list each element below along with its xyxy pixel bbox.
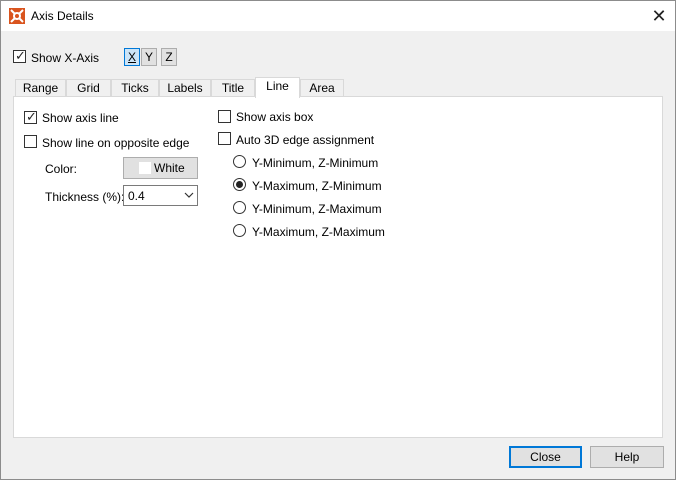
tab-title[interactable]: Title xyxy=(211,79,255,97)
show-axis-label: Show X-Axis xyxy=(31,51,100,65)
edge-option-ymax-zmin-label: Y-Maximum, Z-Minimum xyxy=(252,179,382,193)
thickness-label: Thickness (%): xyxy=(45,190,125,204)
show-axis-box-label: Show axis box xyxy=(236,110,314,124)
color-swatch xyxy=(139,162,151,174)
show-opposite-edge-checkbox[interactable] xyxy=(24,135,37,148)
tab-line[interactable]: Line xyxy=(255,77,300,98)
auto-3d-edge-checkbox[interactable] xyxy=(218,132,231,145)
edge-option-ymin-zmax-radio[interactable] xyxy=(233,201,246,214)
close-button[interactable]: Close xyxy=(509,446,582,468)
color-value: White xyxy=(154,161,185,175)
axis-y-button[interactable]: Y xyxy=(141,48,157,66)
show-axis-box-checkbox[interactable] xyxy=(218,110,231,123)
show-axis-checkbox[interactable]: ✓ xyxy=(13,48,26,63)
axis-z-button[interactable]: Z xyxy=(161,48,177,66)
window-title: Axis Details xyxy=(31,9,94,23)
tab-labels[interactable]: Labels xyxy=(159,79,211,97)
edge-option-ymin-zmax-label: Y-Minimum, Z-Maximum xyxy=(252,202,382,216)
chevron-down-icon xyxy=(184,192,194,198)
tab-area[interactable]: Area xyxy=(300,79,344,97)
axis-x-button[interactable]: X xyxy=(124,48,140,66)
help-button[interactable]: Help xyxy=(590,446,664,468)
tab-grid[interactable]: Grid xyxy=(66,79,111,97)
edge-option-ymax-zmax-radio[interactable] xyxy=(233,224,246,237)
edge-option-ymin-zmin-radio[interactable] xyxy=(233,155,246,168)
auto-3d-edge-label: Auto 3D edge assignment xyxy=(236,133,375,147)
tab-ticks[interactable]: Ticks xyxy=(111,79,159,97)
show-opposite-edge-label: Show line on opposite edge xyxy=(42,136,190,150)
color-label: Color: xyxy=(45,162,78,176)
checkmark-icon: ✓ xyxy=(26,109,37,124)
show-axis-line-label: Show axis line xyxy=(42,111,119,125)
edge-option-ymin-zmin-label: Y-Minimum, Z-Minimum xyxy=(252,156,379,170)
axis-details-dialog: Axis Details ✕ ✓ Show X-Axis X Y Z Range… xyxy=(0,0,676,480)
show-axis-line-checkbox[interactable]: ✓ xyxy=(24,109,37,124)
edge-option-ymax-zmax-label: Y-Maximum, Z-Maximum xyxy=(252,225,385,239)
color-button[interactable]: White xyxy=(123,157,198,179)
thickness-combobox[interactable]: 0.4 xyxy=(123,185,198,206)
thickness-value: 0.4 xyxy=(128,189,145,203)
close-icon[interactable]: ✕ xyxy=(647,5,671,27)
tab-range[interactable]: Range xyxy=(15,79,66,97)
radio-selected-dot xyxy=(236,181,243,188)
edge-option-ymax-zmin-radio[interactable] xyxy=(233,178,246,191)
app-icon xyxy=(9,8,25,24)
title-bar: Axis Details ✕ xyxy=(1,1,675,31)
checkmark-icon: ✓ xyxy=(15,48,26,63)
